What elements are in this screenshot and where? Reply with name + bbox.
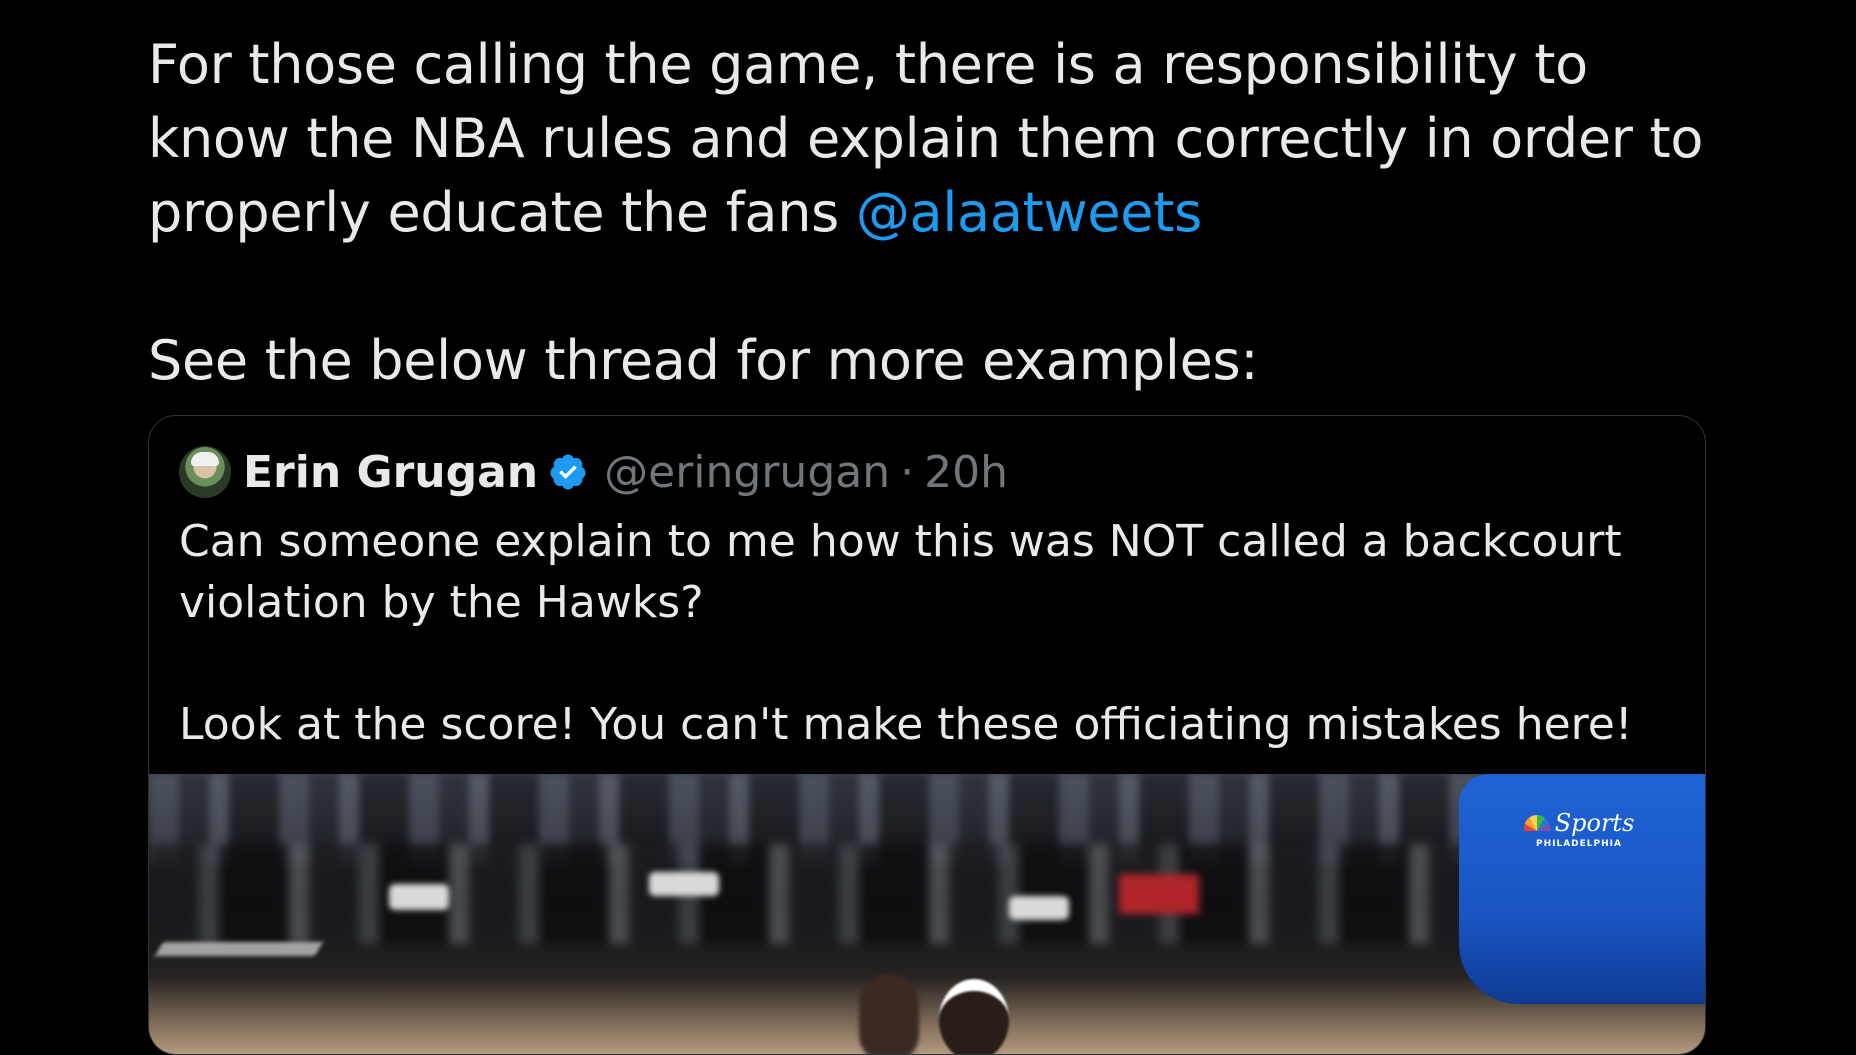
tweet-text-line-1: For those calling the game, there is a r… [148,33,1588,96]
courtside-seat [1119,874,1199,914]
player-arm [859,974,919,1054]
quoted-tweet-header: Erin Grugan @eringrugan · 20h [179,444,1008,500]
peacock-icon [1523,815,1550,831]
network-brand: Sports [1554,809,1635,837]
player-head [939,979,1009,1054]
quoted-author-handle[interactable]: @eringrugan [604,447,890,498]
tweet-text-line-3: properly educate the fans @alaatweets [148,176,1708,250]
network-city: PHILADELPHIA [1536,839,1622,849]
quoted-video-thumbnail[interactable]: Sports PHILADELPHIA [149,774,1705,1054]
courtside-shoe [1009,896,1069,920]
quoted-text-line-2: violation by the Hawks? [179,577,704,628]
mention-link[interactable]: @alaatweets [856,181,1202,244]
network-logo: Sports PHILADELPHIA [1519,809,1639,849]
tweet-body: For those calling the game, there is a r… [148,28,1708,398]
quoted-timestamp[interactable]: 20h [924,447,1008,498]
tweet-text-line-4: See the below thread for more examples: [148,329,1259,392]
tweet-text-line-2: know the NBA rules and explain them corr… [148,107,1704,170]
quoted-tweet-text: Can someone explain to me how this was N… [179,511,1679,755]
courtside-shoe [389,884,449,910]
avatar[interactable] [179,446,231,498]
quoted-text-line-1: Can someone explain to me how this was N… [179,516,1622,567]
courtside-shoe [649,872,719,896]
quoted-text-line-3: Look at the score! You can't make these … [179,699,1633,750]
separator-dot: · [900,446,915,498]
court-logo [154,942,324,956]
quoted-author-name[interactable]: Erin Grugan [243,447,538,498]
tweet-text-line-3-text: properly educate the fans [148,181,856,244]
quoted-tweet-card[interactable]: Erin Grugan @eringrugan · 20h Can someon… [148,415,1706,1055]
verified-badge-icon [550,454,586,490]
